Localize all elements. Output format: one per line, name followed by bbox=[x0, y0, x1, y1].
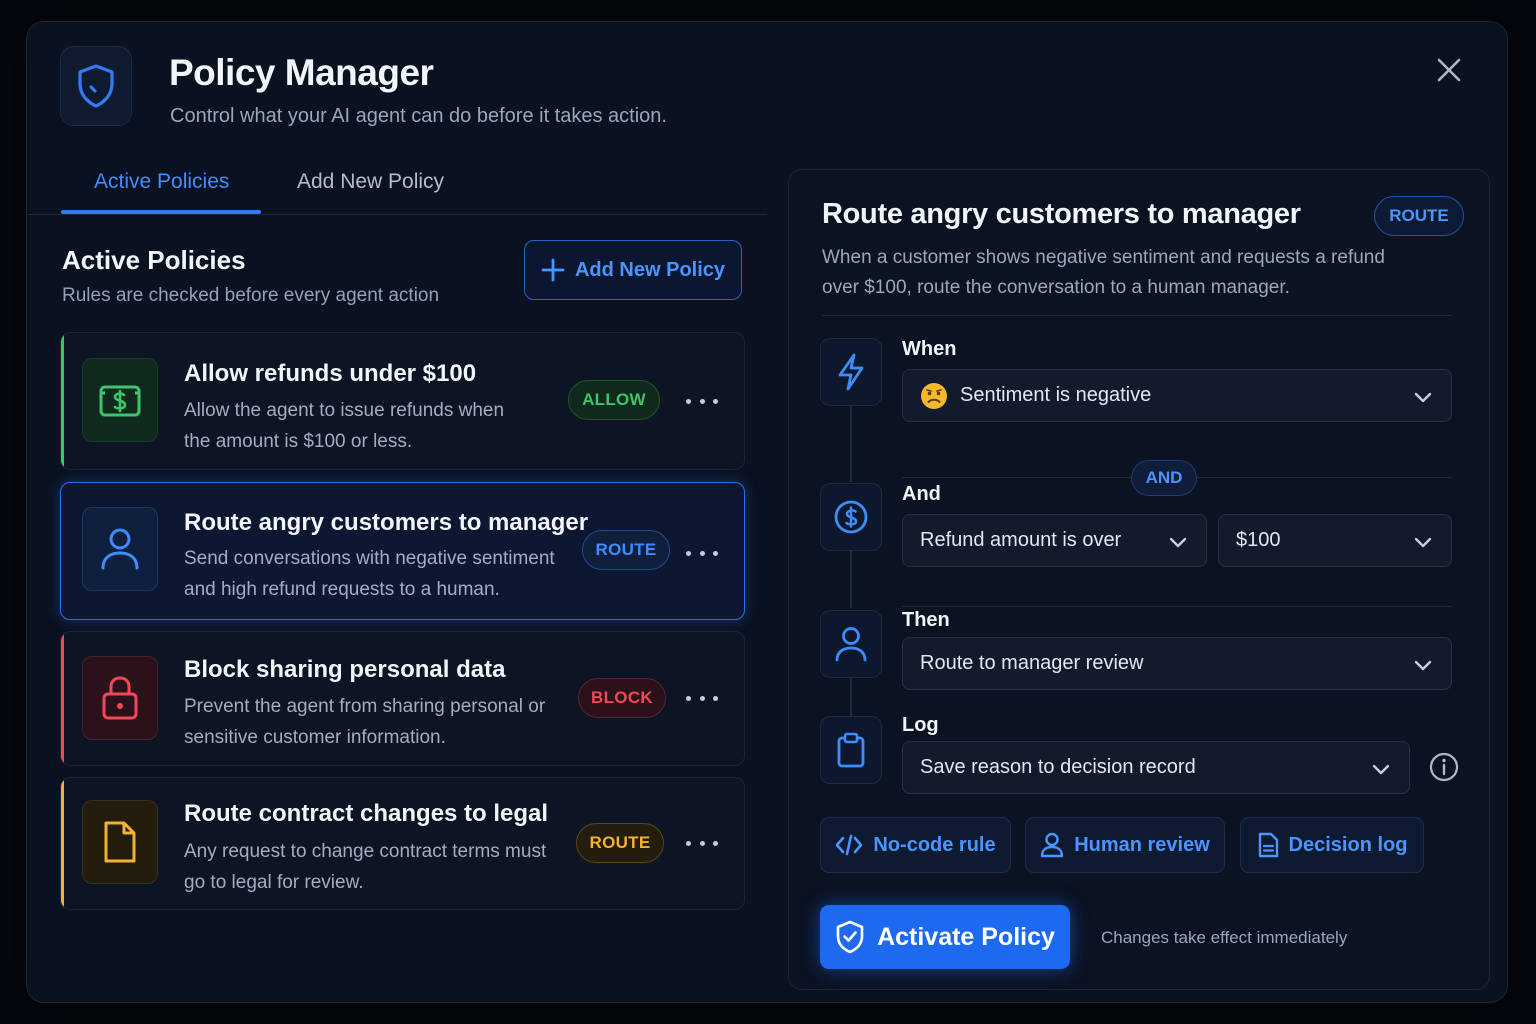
refund-amount-value: $100 bbox=[1236, 529, 1281, 551]
policy-card-route-contract-changes[interactable]: Route contract changes to legal Any requ… bbox=[60, 777, 745, 910]
activate-policy-button[interactable]: Activate Policy bbox=[820, 905, 1070, 969]
user-icon bbox=[820, 610, 882, 678]
clipboard-icon bbox=[820, 716, 882, 784]
tab-bar: Active Policies Add New Policy bbox=[27, 162, 767, 215]
refund-amount-select[interactable]: $100 bbox=[1218, 514, 1452, 567]
and-connector-pill: AND bbox=[1131, 460, 1197, 496]
add-new-policy-label: Add New Policy bbox=[574, 258, 726, 281]
then-action-select[interactable]: Route to manager review bbox=[902, 637, 1452, 690]
chevron-down-icon bbox=[1414, 392, 1432, 403]
shield-icon bbox=[60, 46, 132, 126]
page-subtitle: Control what your AI agent can do before… bbox=[170, 105, 667, 127]
when-label: When bbox=[902, 338, 957, 360]
refund-condition-select[interactable]: Refund amount is over bbox=[902, 514, 1207, 567]
code-icon bbox=[836, 834, 863, 856]
chevron-down-icon bbox=[1414, 537, 1432, 548]
policy-title: Allow refunds under $100 bbox=[184, 360, 477, 387]
step-connector bbox=[850, 676, 852, 716]
policy-card-block-personal-data[interactable]: Block sharing personal data Prevent the … bbox=[60, 631, 745, 766]
policy-description: Prevent the agent from sharing personal … bbox=[184, 696, 546, 748]
status-badge-allow: ALLOW bbox=[568, 380, 660, 420]
policy-title: Route contract changes to legal bbox=[184, 800, 549, 827]
detail-description: When a customer shows negative sentiment… bbox=[822, 247, 1385, 298]
decision-log-button[interactable]: Decision log bbox=[1240, 817, 1424, 873]
no-code-rule-label: No-code rule bbox=[873, 833, 996, 856]
card-accent-bar bbox=[61, 333, 64, 469]
human-review-button[interactable]: Human review bbox=[1025, 817, 1225, 873]
user-icon bbox=[1040, 832, 1064, 858]
close-button[interactable] bbox=[1429, 50, 1469, 90]
status-badge-block: BLOCK bbox=[578, 678, 666, 718]
add-new-policy-button[interactable]: Add New Policy bbox=[524, 240, 742, 300]
list-subtitle: Rules are checked before every agent act… bbox=[62, 285, 440, 306]
policy-manager-window: Policy Manager Control what your AI agen… bbox=[26, 21, 1508, 1003]
human-review-label: Human review bbox=[1074, 833, 1210, 856]
policy-card-route-angry-customers[interactable]: Route angry customers to manager Send co… bbox=[60, 482, 745, 620]
lock-icon bbox=[82, 656, 158, 740]
step-connector bbox=[850, 406, 852, 482]
status-badge-route: ROUTE bbox=[582, 530, 670, 570]
decision-log-label: Decision log bbox=[1288, 833, 1408, 856]
and-label: And bbox=[902, 483, 941, 505]
user-icon bbox=[82, 507, 158, 591]
detail-status-badge: ROUTE bbox=[1374, 196, 1464, 236]
policy-description: Send conversations with negative sentime… bbox=[184, 548, 555, 600]
dollar-bill-icon bbox=[82, 358, 158, 442]
step-connector bbox=[850, 550, 852, 608]
policy-description: Allow the agent to issue refunds when th… bbox=[184, 400, 505, 452]
log-label: Log bbox=[902, 714, 939, 736]
close-icon bbox=[1437, 58, 1461, 82]
dollar-circle-icon bbox=[820, 483, 882, 551]
log-action-value: Save reason to decision record bbox=[920, 756, 1196, 778]
tab-add-new-policy[interactable]: Add New Policy bbox=[297, 170, 444, 194]
more-options-button[interactable] bbox=[686, 833, 718, 853]
then-action-value: Route to manager review bbox=[920, 652, 1144, 674]
then-label: Then bbox=[902, 609, 950, 631]
card-accent-bar bbox=[61, 632, 64, 765]
document-icon bbox=[1258, 832, 1278, 858]
chevron-down-icon bbox=[1169, 537, 1187, 548]
status-badge-route: ROUTE bbox=[576, 823, 664, 863]
info-icon[interactable] bbox=[1428, 751, 1460, 783]
tab-active-policies[interactable]: Active Policies bbox=[94, 170, 229, 194]
log-action-select[interactable]: Save reason to decision record bbox=[902, 741, 1410, 794]
list-title: Active Policies bbox=[62, 245, 246, 275]
when-condition-select[interactable]: Sentiment is negative bbox=[902, 369, 1452, 422]
card-accent-bar bbox=[61, 778, 64, 909]
refund-condition-value: Refund amount is over bbox=[920, 529, 1122, 551]
policy-description: Any request to change contract terms mus… bbox=[184, 841, 547, 893]
chevron-down-icon bbox=[1372, 764, 1390, 775]
policy-card-allow-refunds[interactable]: Allow refunds under $100 Allow the agent… bbox=[60, 332, 745, 470]
active-tab-indicator bbox=[61, 210, 261, 214]
policy-detail-panel: Route angry customers to manager ROUTE W… bbox=[788, 169, 1490, 990]
divider bbox=[902, 606, 1452, 607]
when-condition-value: Sentiment is negative bbox=[960, 384, 1152, 406]
shield-check-icon bbox=[836, 920, 864, 954]
no-code-rule-button[interactable]: No-code rule bbox=[820, 817, 1011, 873]
activate-note: Changes take effect immediately bbox=[1101, 928, 1348, 947]
detail-title: Route angry customers to manager bbox=[822, 198, 1301, 230]
more-options-button[interactable] bbox=[686, 543, 718, 563]
activate-policy-label: Activate Policy bbox=[877, 922, 1055, 951]
chevron-down-icon bbox=[1414, 660, 1432, 671]
policy-title: Route angry customers to manager bbox=[184, 509, 589, 536]
page-title: Policy Manager bbox=[169, 52, 434, 93]
policy-title: Block sharing personal data bbox=[184, 656, 506, 683]
document-icon bbox=[82, 800, 158, 884]
sad-face-icon bbox=[921, 382, 947, 409]
divider bbox=[822, 315, 1452, 316]
lightning-icon bbox=[820, 338, 882, 406]
more-options-button[interactable] bbox=[686, 688, 718, 708]
plus-icon bbox=[541, 258, 565, 282]
more-options-button[interactable] bbox=[686, 391, 718, 411]
